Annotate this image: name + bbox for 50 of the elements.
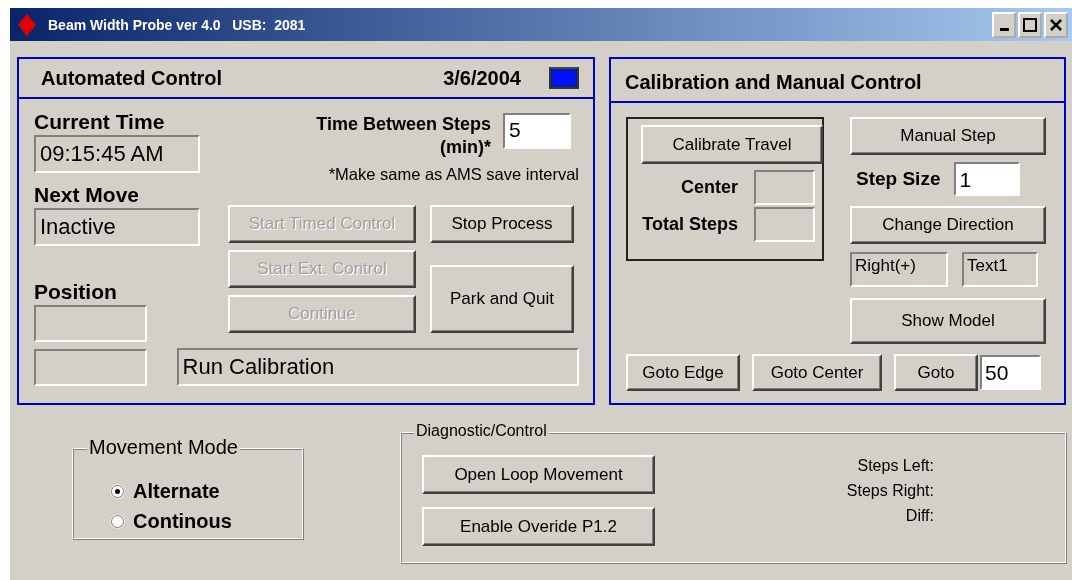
input-field[interactable]: 1: [954, 162, 1021, 196]
close-button[interactable]: [1044, 11, 1068, 38]
text-display: Text1: [962, 252, 1038, 287]
button[interactable]: Open Loop Movement: [422, 455, 655, 494]
window-title: Beam Width Probe ver 4.0 USB: 2081: [48, 16, 307, 33]
option-label: Continous: [133, 509, 232, 533]
button[interactable]: Show Model: [850, 298, 1046, 344]
field-label: Position: [34, 279, 117, 304]
group-title: Diagnostic/Control: [414, 422, 549, 440]
field-label: Step Size: [856, 168, 941, 190]
button[interactable]: Change Direction: [850, 206, 1046, 244]
status-display: Run Calibration: [176, 348, 579, 386]
button[interactable]: Goto: [894, 354, 978, 391]
button[interactable]: Enable Overide P1.2: [422, 507, 655, 546]
readout-label: Diff:: [905, 506, 934, 526]
readout-label: Steps Right:: [846, 481, 934, 501]
time-display: 09:15:45 AM: [34, 135, 200, 173]
option-label: Alternate: [133, 479, 220, 503]
button[interactable]: Goto Center: [752, 354, 882, 391]
status-display: Inactive: [34, 208, 200, 246]
field-label: Center: [681, 177, 738, 198]
unit-label: (min)*: [440, 136, 491, 159]
panel-title: Calibration and Manual Control: [625, 70, 923, 94]
input-field[interactable]: 5: [503, 113, 571, 149]
readout-label: Steps Left:: [857, 456, 934, 476]
field-label: Total Steps: [642, 214, 738, 235]
maximize-icon: [1023, 17, 1037, 32]
note-text: *Make same as AMS save interval: [327, 165, 579, 184]
panel-title: Automated Control: [41, 66, 224, 90]
steps-display: [754, 207, 815, 242]
minimize-icon: [999, 28, 1009, 31]
field-label: Current Time: [34, 109, 165, 134]
button[interactable]: Manual Step: [850, 117, 1046, 155]
center-display: [754, 170, 815, 205]
radio-button[interactable]: [111, 484, 124, 498]
indicator-light: [549, 67, 579, 89]
button[interactable]: Park and Quit: [430, 265, 574, 333]
button[interactable]: Calibrate Travel: [641, 125, 823, 164]
maximize-button[interactable]: [1018, 11, 1042, 38]
date-label: 3/6/2004: [443, 66, 521, 90]
radio-button[interactable]: [111, 514, 124, 528]
direction-display: Right(+): [850, 252, 948, 287]
minimize-button[interactable]: [992, 11, 1016, 38]
field-label: Time Between Steps: [316, 113, 491, 136]
input-field[interactable]: 50: [980, 355, 1041, 390]
field-label: Next Move: [34, 182, 140, 207]
close-icon: [1050, 18, 1062, 31]
diamond-icon: [18, 13, 36, 36]
button[interactable]: Stop Process: [430, 205, 574, 243]
button[interactable]: Goto Edge: [626, 354, 740, 391]
